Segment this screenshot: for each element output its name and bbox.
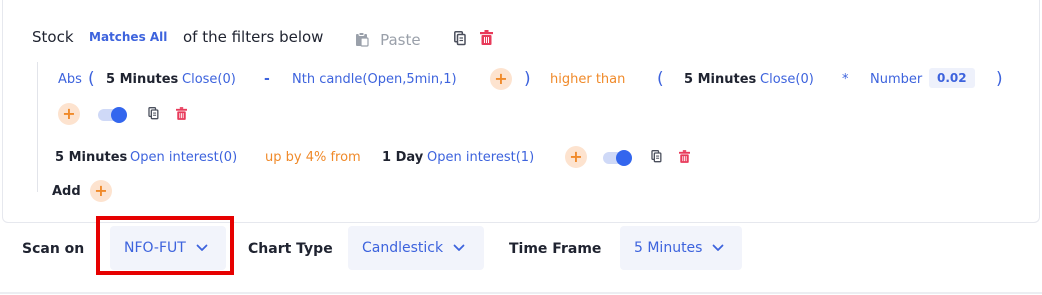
minus-operator[interactable]: - — [264, 71, 270, 87]
open-paren: ( — [88, 69, 95, 89]
number-value-input[interactable]: 0.02 — [929, 68, 975, 88]
of-filters-label: of the filters below — [183, 28, 324, 46]
open-interest-0-attribute[interactable]: Open interest(0) — [130, 150, 237, 165]
timeframe-1day[interactable]: 1 Day — [382, 150, 423, 165]
group-divider — [37, 62, 38, 192]
timeframe-5min-3[interactable]: 5 Minutes — [55, 150, 127, 165]
toggle-knob — [111, 107, 127, 123]
paste-button[interactable]: Paste — [355, 30, 421, 49]
plus-icon: + — [62, 104, 76, 123]
trash-icon[interactable] — [679, 150, 690, 163]
chart-type-dropdown[interactable]: Candlestick — [348, 226, 484, 270]
bottom-divider — [0, 292, 1042, 294]
chart-type-value: Candlestick — [362, 240, 444, 256]
copy-icon[interactable] — [148, 107, 159, 120]
abs-function[interactable]: Abs — [58, 72, 82, 87]
filter2-enable-toggle[interactable] — [603, 150, 632, 166]
plus-icon: + — [494, 69, 508, 88]
nth-candle-attribute[interactable]: Nth candle(Open,5min,1) — [292, 72, 457, 87]
add-filter-button[interactable]: + — [90, 180, 112, 202]
copy-icon[interactable] — [454, 31, 466, 46]
filter1-enable-toggle[interactable] — [98, 107, 127, 123]
add-label: Add — [52, 184, 81, 199]
plus-icon: + — [569, 147, 583, 166]
comparator-higher-than[interactable]: higher than — [550, 72, 625, 87]
add-operand-button-2[interactable]: + — [565, 146, 587, 168]
trash-icon[interactable] — [480, 30, 493, 45]
multiply-operator[interactable]: * — [842, 72, 849, 87]
scan-on-label: Scan on — [22, 241, 85, 257]
copy-icon[interactable] — [651, 150, 662, 163]
stock-label: Stock — [32, 28, 74, 46]
time-frame-label: Time Frame — [509, 241, 602, 257]
timeframe-5min-2[interactable]: 5 Minutes — [684, 72, 756, 87]
plus-icon: + — [94, 181, 108, 200]
paste-label: Paste — [380, 31, 421, 49]
chevron-down-icon — [713, 244, 724, 251]
chevron-down-icon — [453, 244, 465, 251]
matches-all-selector[interactable]: Matches All — [89, 30, 167, 44]
close-0-attribute-2[interactable]: Close(0) — [760, 72, 814, 87]
number-attribute[interactable]: Number — [870, 72, 922, 87]
clipboard-icon — [356, 32, 369, 47]
add-condition-button[interactable]: + — [58, 103, 80, 125]
time-frame-dropdown[interactable]: 5 Minutes — [620, 226, 742, 270]
open-interest-1-attribute[interactable]: Open interest(1) — [427, 150, 534, 165]
comparator-up-by[interactable]: up by 4% from — [265, 150, 361, 165]
trash-icon[interactable] — [176, 107, 187, 120]
add-operand-button[interactable]: + — [490, 68, 512, 90]
close-paren-2: ) — [996, 69, 1003, 89]
close-0-attribute[interactable]: Close(0) — [182, 72, 236, 87]
open-paren-2: ( — [657, 69, 664, 89]
chart-type-label: Chart Type — [248, 241, 333, 257]
timeframe-5min[interactable]: 5 Minutes — [106, 72, 178, 87]
scan-on-highlight — [96, 216, 234, 275]
close-paren: ) — [524, 69, 531, 89]
toggle-knob — [616, 150, 632, 166]
time-frame-value: 5 Minutes — [634, 240, 703, 256]
